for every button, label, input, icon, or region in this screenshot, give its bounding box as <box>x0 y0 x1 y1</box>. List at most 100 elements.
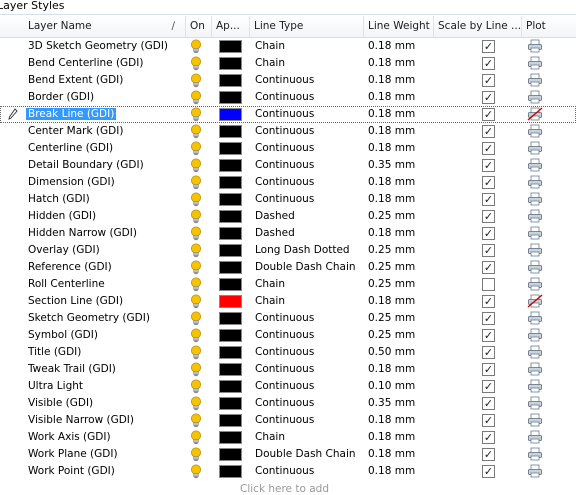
line-type-cell[interactable]: Continuous <box>251 412 364 429</box>
line-weight-cell[interactable]: 0.10 mm <box>364 378 434 395</box>
layer-name-cell[interactable]: 3D Sketch Geometry (GDI) <box>24 38 186 55</box>
on-toggle[interactable] <box>186 293 212 310</box>
line-weight-cell[interactable]: 0.18 mm <box>364 55 434 72</box>
appearance-cell[interactable] <box>216 463 250 480</box>
layer-name-cell[interactable]: Hatch (GDI) <box>24 191 186 208</box>
line-type-cell[interactable]: Continuous <box>251 123 364 140</box>
line-weight-cell[interactable]: 0.18 mm <box>364 293 434 310</box>
on-toggle[interactable] <box>186 123 212 140</box>
plot-cell[interactable] <box>522 174 552 191</box>
plot-cell[interactable] <box>522 293 552 310</box>
add-row-prompt[interactable]: Click here to add <box>240 483 329 495</box>
on-toggle[interactable] <box>186 446 212 463</box>
line-type-cell[interactable]: Chain <box>251 429 364 446</box>
column-header-appearance[interactable]: Ap... <box>212 16 250 37</box>
table-row[interactable]: Visible (GDI) Continuous 0.35 mm ✓ <box>0 395 576 412</box>
plot-cell[interactable] <box>522 259 552 276</box>
line-weight-cell[interactable]: 0.18 mm <box>364 446 434 463</box>
plot-cell[interactable] <box>522 191 552 208</box>
appearance-cell[interactable] <box>216 72 250 89</box>
on-toggle[interactable] <box>186 429 212 446</box>
scale-by-line-checkbox[interactable]: ✓ <box>482 414 495 427</box>
line-type-cell[interactable]: Continuous <box>251 361 364 378</box>
layer-name-cell[interactable]: Overlay (GDI) <box>24 242 186 259</box>
column-header-line-weight[interactable]: Line Weight <box>364 16 434 37</box>
line-weight-cell[interactable]: 0.18 mm <box>364 225 434 242</box>
line-weight-cell[interactable]: 0.25 mm <box>364 208 434 225</box>
line-weight-cell[interactable]: 0.35 mm <box>364 395 434 412</box>
on-toggle[interactable] <box>186 55 212 72</box>
appearance-cell[interactable] <box>216 242 250 259</box>
on-toggle[interactable] <box>186 191 212 208</box>
layer-name-cell[interactable]: Title (GDI) <box>24 344 186 361</box>
line-weight-cell[interactable]: 0.25 mm <box>364 310 434 327</box>
appearance-cell[interactable] <box>216 38 250 55</box>
plot-cell[interactable] <box>522 89 552 106</box>
appearance-cell[interactable] <box>216 174 250 191</box>
line-weight-cell[interactable]: 0.18 mm <box>364 463 434 480</box>
scale-by-line-checkbox[interactable]: ✓ <box>482 159 495 172</box>
on-toggle[interactable] <box>186 89 212 106</box>
layer-name-cell[interactable]: Work Axis (GDI) <box>24 429 186 446</box>
table-row[interactable]: Overlay (GDI) Long Dash Dotted 0.25 mm ✓ <box>0 242 576 259</box>
plot-cell[interactable] <box>522 38 552 55</box>
plot-cell[interactable] <box>522 463 552 480</box>
table-row[interactable]: Title (GDI) Continuous 0.50 mm ✓ <box>0 344 576 361</box>
table-row[interactable]: Tweak Trail (GDI) Continuous 0.18 mm ✓ <box>0 361 576 378</box>
appearance-cell[interactable] <box>216 191 250 208</box>
line-weight-cell[interactable]: 0.18 mm <box>364 123 434 140</box>
table-row[interactable]: Hidden Narrow (GDI) Dashed 0.18 mm ✓ <box>0 225 576 242</box>
on-toggle[interactable] <box>186 463 212 480</box>
layer-name-cell[interactable]: Work Plane (GDI) <box>24 446 186 463</box>
table-row[interactable]: Symbol (GDI) Continuous 0.25 mm ✓ <box>0 327 576 344</box>
appearance-cell[interactable] <box>216 276 250 293</box>
appearance-cell[interactable] <box>216 429 250 446</box>
layer-name-cell[interactable]: Visible (GDI) <box>24 395 186 412</box>
layer-name-cell[interactable]: Hidden Narrow (GDI) <box>24 225 186 242</box>
table-row[interactable]: Bend Centerline (GDI) Chain 0.18 mm ✓ <box>0 55 576 72</box>
plot-cell[interactable] <box>522 446 552 463</box>
layer-name-cell[interactable]: Tweak Trail (GDI) <box>24 361 186 378</box>
line-type-cell[interactable]: Chain <box>251 293 364 310</box>
appearance-cell[interactable] <box>216 310 250 327</box>
line-weight-cell[interactable]: 0.18 mm <box>364 106 434 123</box>
table-row[interactable]: Reference (GDI) Double Dash Chain 0.25 mm ✓ <box>0 259 576 276</box>
scale-by-line-checkbox[interactable]: ✓ <box>482 57 495 70</box>
line-type-cell[interactable]: Chain <box>251 38 364 55</box>
on-toggle[interactable] <box>186 327 212 344</box>
scale-by-line-checkbox[interactable]: ✓ <box>482 244 495 257</box>
line-type-cell[interactable]: Continuous <box>251 106 364 123</box>
appearance-cell[interactable] <box>216 446 250 463</box>
scale-by-line-checkbox[interactable]: ✓ <box>482 227 495 240</box>
table-row[interactable]: Bend Extent (GDI) Continuous 0.18 mm ✓ <box>0 72 576 89</box>
line-weight-cell[interactable]: 0.18 mm <box>364 191 434 208</box>
layer-name-cell[interactable]: Dimension (GDI) <box>24 174 186 191</box>
layer-name-cell[interactable]: Sketch Geometry (GDI) <box>24 310 186 327</box>
on-toggle[interactable] <box>186 395 212 412</box>
line-weight-cell[interactable]: 0.25 mm <box>364 276 434 293</box>
table-row[interactable]: Work Plane (GDI) Double Dash Chain 0.18 mm… <box>0 446 576 463</box>
plot-cell[interactable] <box>522 140 552 157</box>
plot-cell[interactable] <box>522 361 552 378</box>
on-toggle[interactable] <box>186 140 212 157</box>
line-type-cell[interactable]: Continuous <box>251 140 364 157</box>
line-type-cell[interactable]: Dashed <box>251 208 364 225</box>
appearance-cell[interactable] <box>216 225 250 242</box>
line-weight-cell[interactable]: 0.35 mm <box>364 157 434 174</box>
scale-by-line-checkbox[interactable]: ✓ <box>482 261 495 274</box>
line-weight-cell[interactable]: 0.18 mm <box>364 429 434 446</box>
appearance-cell[interactable] <box>216 123 250 140</box>
plot-cell[interactable] <box>522 276 552 293</box>
on-toggle[interactable] <box>186 259 212 276</box>
line-weight-cell[interactable]: 0.18 mm <box>364 174 434 191</box>
table-row[interactable]: Break Line (GDI) Continuous 0.18 mm ✓ <box>0 106 576 123</box>
on-toggle[interactable] <box>186 361 212 378</box>
plot-cell[interactable] <box>522 310 552 327</box>
column-header-scale-by-line[interactable]: Scale by Line ... <box>434 16 522 37</box>
on-toggle[interactable] <box>186 174 212 191</box>
table-row[interactable]: Hidden (GDI) Dashed 0.25 mm ✓ <box>0 208 576 225</box>
line-weight-cell[interactable]: 0.18 mm <box>364 38 434 55</box>
line-type-cell[interactable]: Continuous <box>251 174 364 191</box>
layer-name-cell[interactable]: Section Line (GDI) <box>24 293 186 310</box>
table-row[interactable]: Roll Centerline Chain 0.25 mm <box>0 276 576 293</box>
